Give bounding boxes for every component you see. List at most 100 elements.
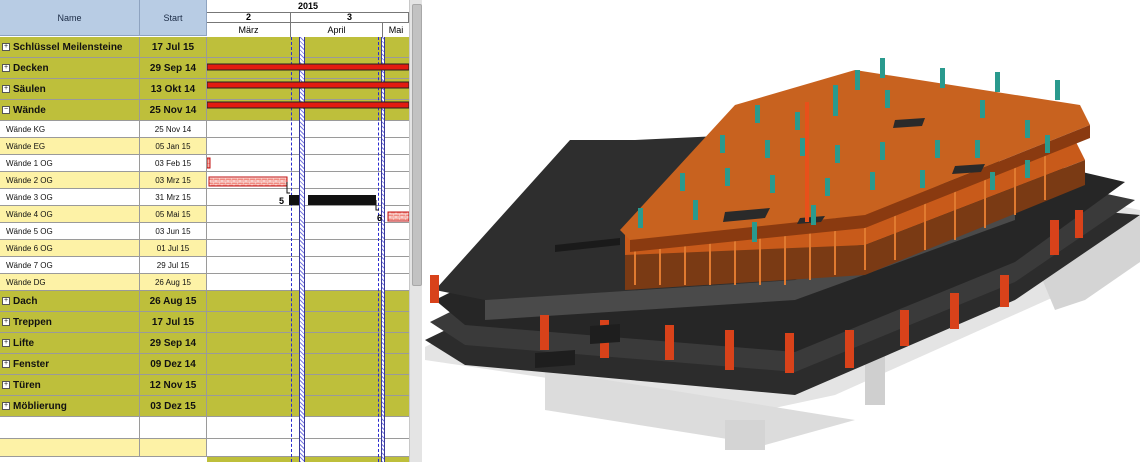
- task-row[interactable]: Wände 6 OG 01 Jul 15: [0, 240, 207, 257]
- task-row[interactable]: Wände 3 OG 31 Mrz 15: [0, 189, 207, 206]
- scrollbar-thumb[interactable]: [412, 4, 422, 286]
- empty-cell[interactable]: [0, 439, 140, 456]
- task-row[interactable]: Wände 2 OG 03 Mrz 15: [0, 172, 207, 189]
- task-name-cell[interactable]: Wände 1 OG: [0, 155, 140, 171]
- building-bim-3d-icon[interactable]: [425, 0, 1140, 462]
- expand-icon[interactable]: +: [2, 402, 10, 410]
- summary-row[interactable]: + Dach 26 Aug 15: [0, 291, 207, 312]
- summary-row[interactable]: + Treppen 17 Jul 15: [0, 312, 207, 333]
- task-name: Säulen: [13, 83, 46, 95]
- task-start-date[interactable]: 01 Jul 15: [140, 240, 207, 256]
- task-name-cell[interactable]: Wände 7 OG: [0, 257, 140, 273]
- summary-bar-waende[interactable]: [207, 101, 409, 109]
- task-start-date[interactable]: 26 Aug 15: [140, 291, 207, 311]
- collapse-icon[interactable]: −: [2, 106, 10, 114]
- summary-row[interactable]: + Türen 12 Nov 15: [0, 375, 207, 396]
- expand-icon[interactable]: +: [2, 360, 10, 368]
- gantt-chart-panel: Name Start + Schlüssel Meilensteine 17 Jul…: [0, 0, 422, 462]
- task-row[interactable]: Wände DG 26 Aug 15: [0, 274, 207, 291]
- empty-cell[interactable]: [140, 439, 207, 456]
- task-name-cell[interactable]: Wände 2 OG: [0, 172, 140, 188]
- expand-icon[interactable]: +: [2, 381, 10, 389]
- task-name: Wände 5 OG: [6, 226, 53, 236]
- task-bar-waende-1-og[interactable]: [207, 157, 211, 169]
- summary-bar-saeulen[interactable]: [207, 81, 409, 89]
- task-name-cell[interactable]: Wände KG: [0, 121, 140, 137]
- task-start-date[interactable]: 03 Feb 15: [140, 155, 207, 171]
- task-row[interactable]: Wände 4 OG 05 Mai 15: [0, 206, 207, 223]
- task-start-date[interactable]: 05 Jan 15: [140, 138, 207, 154]
- column-header-start[interactable]: Start: [140, 0, 207, 36]
- task-name-cell[interactable]: Wände 3 OG: [0, 189, 140, 205]
- summary-row[interactable]: − Wände 25 Nov 14: [0, 100, 207, 121]
- empty-row[interactable]: [0, 439, 207, 457]
- task-start-date[interactable]: 03 Dez 15: [140, 396, 207, 416]
- column-header-name[interactable]: Name: [0, 0, 140, 36]
- task-name: Wände KG: [6, 124, 46, 134]
- summary-row[interactable]: + Fenster 09 Dez 14: [0, 354, 207, 375]
- task-start-date[interactable]: 29 Sep 14: [140, 333, 207, 353]
- task-name-cell[interactable]: + Möblierung: [0, 396, 140, 416]
- task-start-date[interactable]: 03 Jun 15: [140, 223, 207, 239]
- empty-cell[interactable]: [0, 417, 140, 438]
- task-name-cell[interactable]: Wände DG: [0, 274, 140, 290]
- task-name: Wände 6 OG: [6, 243, 53, 253]
- gantt-bars: 5 6: [207, 63, 409, 223]
- task-name: Wände 2 OG: [6, 175, 53, 185]
- expand-icon[interactable]: +: [2, 297, 10, 305]
- empty-cell[interactable]: [140, 417, 207, 438]
- summary-row[interactable]: + Schlüssel Meilensteine 17 Jul 15: [0, 37, 207, 58]
- task-start-date[interactable]: 03 Mrz 15: [140, 172, 207, 188]
- expand-icon[interactable]: +: [2, 339, 10, 347]
- task-start-date[interactable]: 13 Okt 14: [140, 79, 207, 99]
- task-name-cell[interactable]: + Dach: [0, 291, 140, 311]
- task-bar-waende-3-og[interactable]: [308, 195, 376, 205]
- task-start-date[interactable]: 26 Aug 15: [140, 274, 207, 290]
- task-start-date[interactable]: 31 Mrz 15: [140, 189, 207, 205]
- task-start-date[interactable]: 12 Nov 15: [140, 375, 207, 395]
- task-name-cell[interactable]: − Wände: [0, 100, 140, 120]
- task-bar-waende-3-og-part[interactable]: [289, 195, 299, 205]
- summary-bar-decken[interactable]: [207, 63, 409, 71]
- task-bar-waende-2-og[interactable]: [208, 176, 288, 187]
- task-row[interactable]: Wände 5 OG 03 Jun 15: [0, 223, 207, 240]
- task-start-date[interactable]: 17 Jul 15: [140, 37, 207, 57]
- task-bar-waende-4-og[interactable]: [387, 211, 409, 222]
- task-row[interactable]: Wände 7 OG 29 Jul 15: [0, 257, 207, 274]
- task-start-date[interactable]: 05 Mai 15: [140, 206, 207, 222]
- expand-icon[interactable]: +: [2, 64, 10, 72]
- task-start-date[interactable]: 17 Jul 15: [140, 312, 207, 332]
- task-name: Treppen: [13, 316, 52, 328]
- expand-icon[interactable]: +: [2, 85, 10, 93]
- task-row[interactable]: Wände KG 25 Nov 14: [0, 121, 207, 138]
- task-name-cell[interactable]: + Fenster: [0, 354, 140, 374]
- task-name-cell[interactable]: + Lifte: [0, 333, 140, 353]
- summary-row[interactable]: + Säulen 13 Okt 14: [0, 79, 207, 100]
- task-start-date[interactable]: 29 Jul 15: [140, 257, 207, 273]
- task-name-cell[interactable]: + Decken: [0, 58, 140, 78]
- empty-row[interactable]: [0, 417, 207, 439]
- task-row[interactable]: Wände 1 OG 03 Feb 15: [0, 155, 207, 172]
- task-name-cell[interactable]: + Türen: [0, 375, 140, 395]
- task-name: Decken: [13, 62, 49, 74]
- task-name-cell[interactable]: Wände 6 OG: [0, 240, 140, 256]
- task-start-date[interactable]: 29 Sep 14: [140, 58, 207, 78]
- task-name-cell[interactable]: + Schlüssel Meilensteine: [0, 37, 140, 57]
- task-name-cell[interactable]: Wände EG: [0, 138, 140, 154]
- expand-icon[interactable]: +: [2, 318, 10, 326]
- task-start-date[interactable]: 09 Dez 14: [140, 354, 207, 374]
- vertical-scrollbar[interactable]: [409, 0, 422, 462]
- task-start-date[interactable]: 25 Nov 14: [140, 121, 207, 137]
- task-name-cell[interactable]: + Treppen: [0, 312, 140, 332]
- task-name: Wände 1 OG: [6, 158, 53, 168]
- summary-row[interactable]: + Decken 29 Sep 14: [0, 58, 207, 79]
- task-name-cell[interactable]: + Säulen: [0, 79, 140, 99]
- summary-row[interactable]: + Möblierung 03 Dez 15: [0, 396, 207, 417]
- task-name: Lifte: [13, 337, 35, 349]
- task-start-date[interactable]: 25 Nov 14: [140, 100, 207, 120]
- task-name-cell[interactable]: Wände 5 OG: [0, 223, 140, 239]
- task-name-cell[interactable]: Wände 4 OG: [0, 206, 140, 222]
- task-row[interactable]: Wände EG 05 Jan 15: [0, 138, 207, 155]
- summary-row[interactable]: + Lifte 29 Sep 14: [0, 333, 207, 354]
- expand-icon[interactable]: +: [2, 43, 10, 51]
